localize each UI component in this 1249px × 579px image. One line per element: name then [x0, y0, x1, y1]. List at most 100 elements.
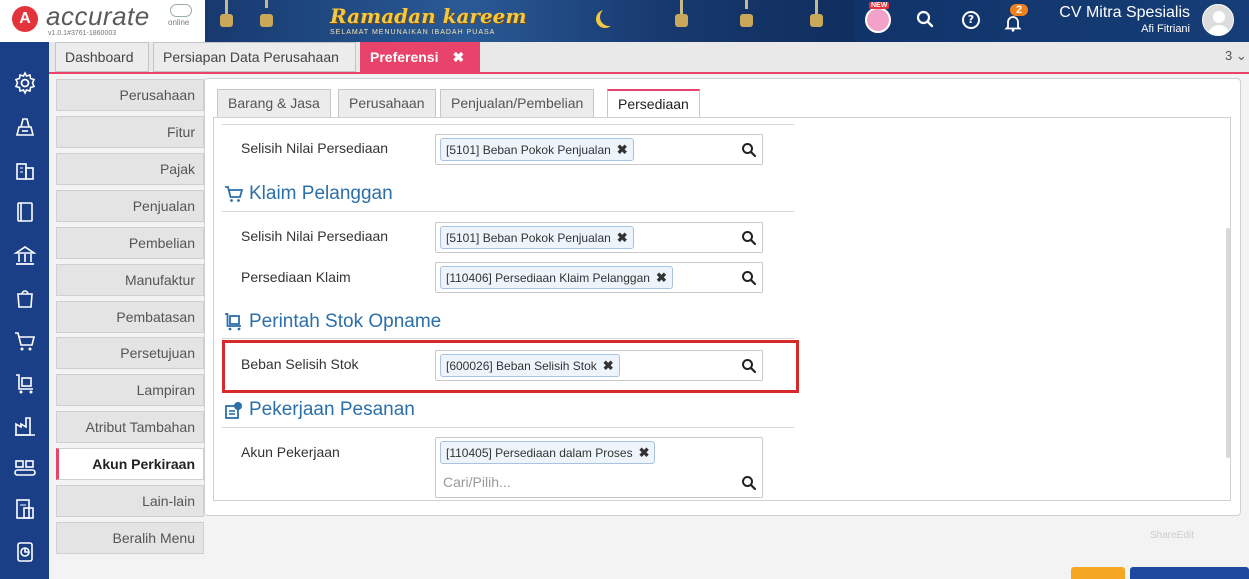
account-chip: [110405] Persediaan dalam Proses ✖ — [440, 441, 656, 464]
remove-icon[interactable]: ✖ — [639, 445, 650, 460]
subtab-barang-jasa[interactable]: Barang & Jasa — [217, 89, 331, 118]
section-title-text: Klaim Pelanggan — [249, 183, 393, 204]
help-icon[interactable]: ? — [962, 11, 980, 29]
tab-dashboard[interactable]: Dashboard — [55, 42, 149, 72]
book-icon[interactable] — [0, 197, 49, 227]
remove-icon[interactable]: ✖ — [617, 142, 628, 157]
bell-icon[interactable] — [1004, 14, 1022, 37]
side-item-lampiran[interactable]: Lampiran — [56, 374, 204, 406]
section-title-text: Perintah Stok Opname — [249, 311, 442, 332]
order-work-icon — [225, 402, 242, 419]
crescent-moon-icon — [600, 8, 618, 26]
notification-count: 2 — [1010, 4, 1029, 16]
whats-new-avatar[interactable] — [865, 7, 891, 33]
inventory-cart-icon[interactable] — [0, 369, 49, 399]
settings-icon[interactable] — [0, 68, 49, 98]
highlight-box — [222, 340, 799, 393]
building-icon[interactable] — [0, 155, 49, 185]
search-icon[interactable] — [741, 475, 757, 491]
tab-label: Persiapan Data Perusahaan — [163, 49, 339, 65]
subtab-persediaan[interactable]: Persediaan — [607, 89, 700, 119]
side-item-pajak[interactable]: Pajak — [56, 153, 204, 185]
save-button[interactable] — [1130, 567, 1249, 579]
section-title-klaim-pelanggan: Klaim Pelanggan — [224, 183, 393, 205]
subtab-penjualan-pembelian[interactable]: Penjualan/Pembelian — [440, 89, 595, 118]
section-divider — [222, 211, 794, 212]
search-icon[interactable] — [916, 10, 934, 33]
lantern-icon — [810, 0, 823, 27]
main-tab-bar: Dashboard Persiapan Data Perusahaan Pref… — [49, 42, 1249, 72]
side-item-perusahaan[interactable]: Perusahaan — [56, 79, 204, 111]
module-rail — [0, 42, 49, 579]
tax-icon[interactable] — [0, 494, 49, 524]
cashier-icon[interactable] — [0, 112, 49, 142]
lantern-icon — [740, 0, 753, 27]
logo-area[interactable]: A accurate online v1.0.1#3761-1860003 — [0, 0, 205, 42]
account-search-input[interactable]: Cari/Pilih... — [443, 474, 511, 490]
bank-icon[interactable] — [0, 241, 49, 271]
account-chip: [5101] Beban Pokok Penjualan ✖ — [440, 138, 634, 161]
logo-icon: A — [12, 6, 38, 32]
section-divider — [222, 338, 794, 339]
lantern-icon — [675, 0, 688, 27]
tab-label: Dashboard — [65, 49, 134, 65]
chip-label: [110406] Persediaan Klaim Pelanggan — [446, 271, 650, 285]
account-select-selisih-nilai[interactable]: [5101] Beban Pokok Penjualan ✖ — [435, 134, 763, 165]
field-label-selisih-nilai-klaim: Selisih Nilai Persediaan — [241, 228, 389, 244]
banner-subtitle: SELAMAT MENUNAIKAN IBADAH PUASA — [330, 29, 496, 36]
remove-icon[interactable]: ✖ — [656, 270, 667, 285]
field-label-selisih-nilai: Selisih Nilai Persediaan — [241, 140, 389, 156]
remove-icon[interactable]: ✖ — [617, 230, 628, 245]
side-item-persetujuan[interactable]: Persetujuan — [56, 337, 204, 369]
section-title-text: Pekerjaan Pesanan — [249, 399, 415, 420]
report-icon[interactable] — [0, 537, 49, 567]
cart-icon — [225, 186, 244, 202]
scrollbar[interactable] — [1226, 228, 1230, 458]
tab-preferensi[interactable]: Preferensi ✖ — [360, 42, 480, 72]
side-item-akun-perkiraan[interactable]: Akun Perkiraan — [56, 448, 204, 480]
section-divider — [222, 124, 794, 125]
subtab-perusahaan[interactable]: Perusahaan — [338, 89, 436, 118]
shopping-bag-icon[interactable] — [0, 283, 49, 313]
side-item-fitur[interactable]: Fitur — [56, 116, 204, 148]
account-select-akun-pekerjaan[interactable]: [110405] Persediaan dalam Proses ✖ Cari/P… — [435, 437, 763, 498]
tab-overflow-count[interactable]: 3 ⌄ — [1225, 48, 1247, 64]
new-badge: NEW — [869, 2, 890, 9]
search-icon[interactable] — [741, 270, 757, 286]
account-select-persediaan-klaim[interactable]: [110406] Persediaan Klaim Pelanggan ✖ — [435, 262, 763, 293]
lantern-icon — [260, 0, 273, 27]
account-chip: [5101] Beban Pokok Penjualan ✖ — [440, 226, 634, 249]
user-name: Afi Fitriani — [1141, 23, 1190, 35]
section-title-stok-opname: Perintah Stok Opname — [224, 311, 441, 333]
action-button[interactable] — [1071, 567, 1125, 579]
side-item-atribut-tambahan[interactable]: Atribut Tambahan — [56, 411, 204, 443]
app-version: v1.0.1#3761-1860003 — [48, 30, 117, 37]
chip-label: [110405] Persediaan dalam Proses — [446, 446, 633, 460]
side-item-pembatasan[interactable]: Pembatasan — [56, 301, 204, 333]
account-select-selisih-nilai-klaim[interactable]: [5101] Beban Pokok Penjualan ✖ — [435, 222, 763, 253]
search-icon[interactable] — [741, 142, 757, 158]
cloud-icon — [170, 4, 192, 17]
side-item-lain-lain[interactable]: Lain-lain — [56, 485, 204, 517]
tab-persiapan-data[interactable]: Persiapan Data Perusahaan — [153, 42, 356, 72]
side-item-beralih-menu[interactable]: Beralih Menu — [56, 522, 204, 554]
side-item-pembelian[interactable]: Pembelian — [56, 227, 204, 259]
side-item-manufaktur[interactable]: Manufaktur — [56, 264, 204, 296]
field-label-persediaan-klaim: Persediaan Klaim — [241, 269, 351, 285]
section-title-pekerjaan-pesanan: Pekerjaan Pesanan — [224, 399, 415, 421]
lantern-icon — [220, 0, 233, 27]
cart-icon[interactable] — [0, 326, 49, 356]
watermark: ShareEdit — [1150, 530, 1194, 541]
tab-label: Preferensi — [370, 49, 439, 65]
side-item-penjualan[interactable]: Penjualan — [56, 190, 204, 222]
user-avatar[interactable] — [1202, 4, 1234, 36]
conveyor-icon[interactable] — [0, 453, 49, 483]
active-tab-line — [49, 72, 1249, 74]
close-icon[interactable]: ✖ — [452, 49, 464, 65]
account-chip: [110406] Persediaan Klaim Pelanggan ✖ — [440, 266, 673, 289]
factory-icon[interactable] — [0, 411, 49, 441]
company-name[interactable]: CV Mitra Spesialis — [1040, 4, 1190, 22]
search-icon[interactable] — [741, 230, 757, 246]
logo-suffix: online — [168, 18, 190, 27]
section-divider — [222, 427, 794, 428]
